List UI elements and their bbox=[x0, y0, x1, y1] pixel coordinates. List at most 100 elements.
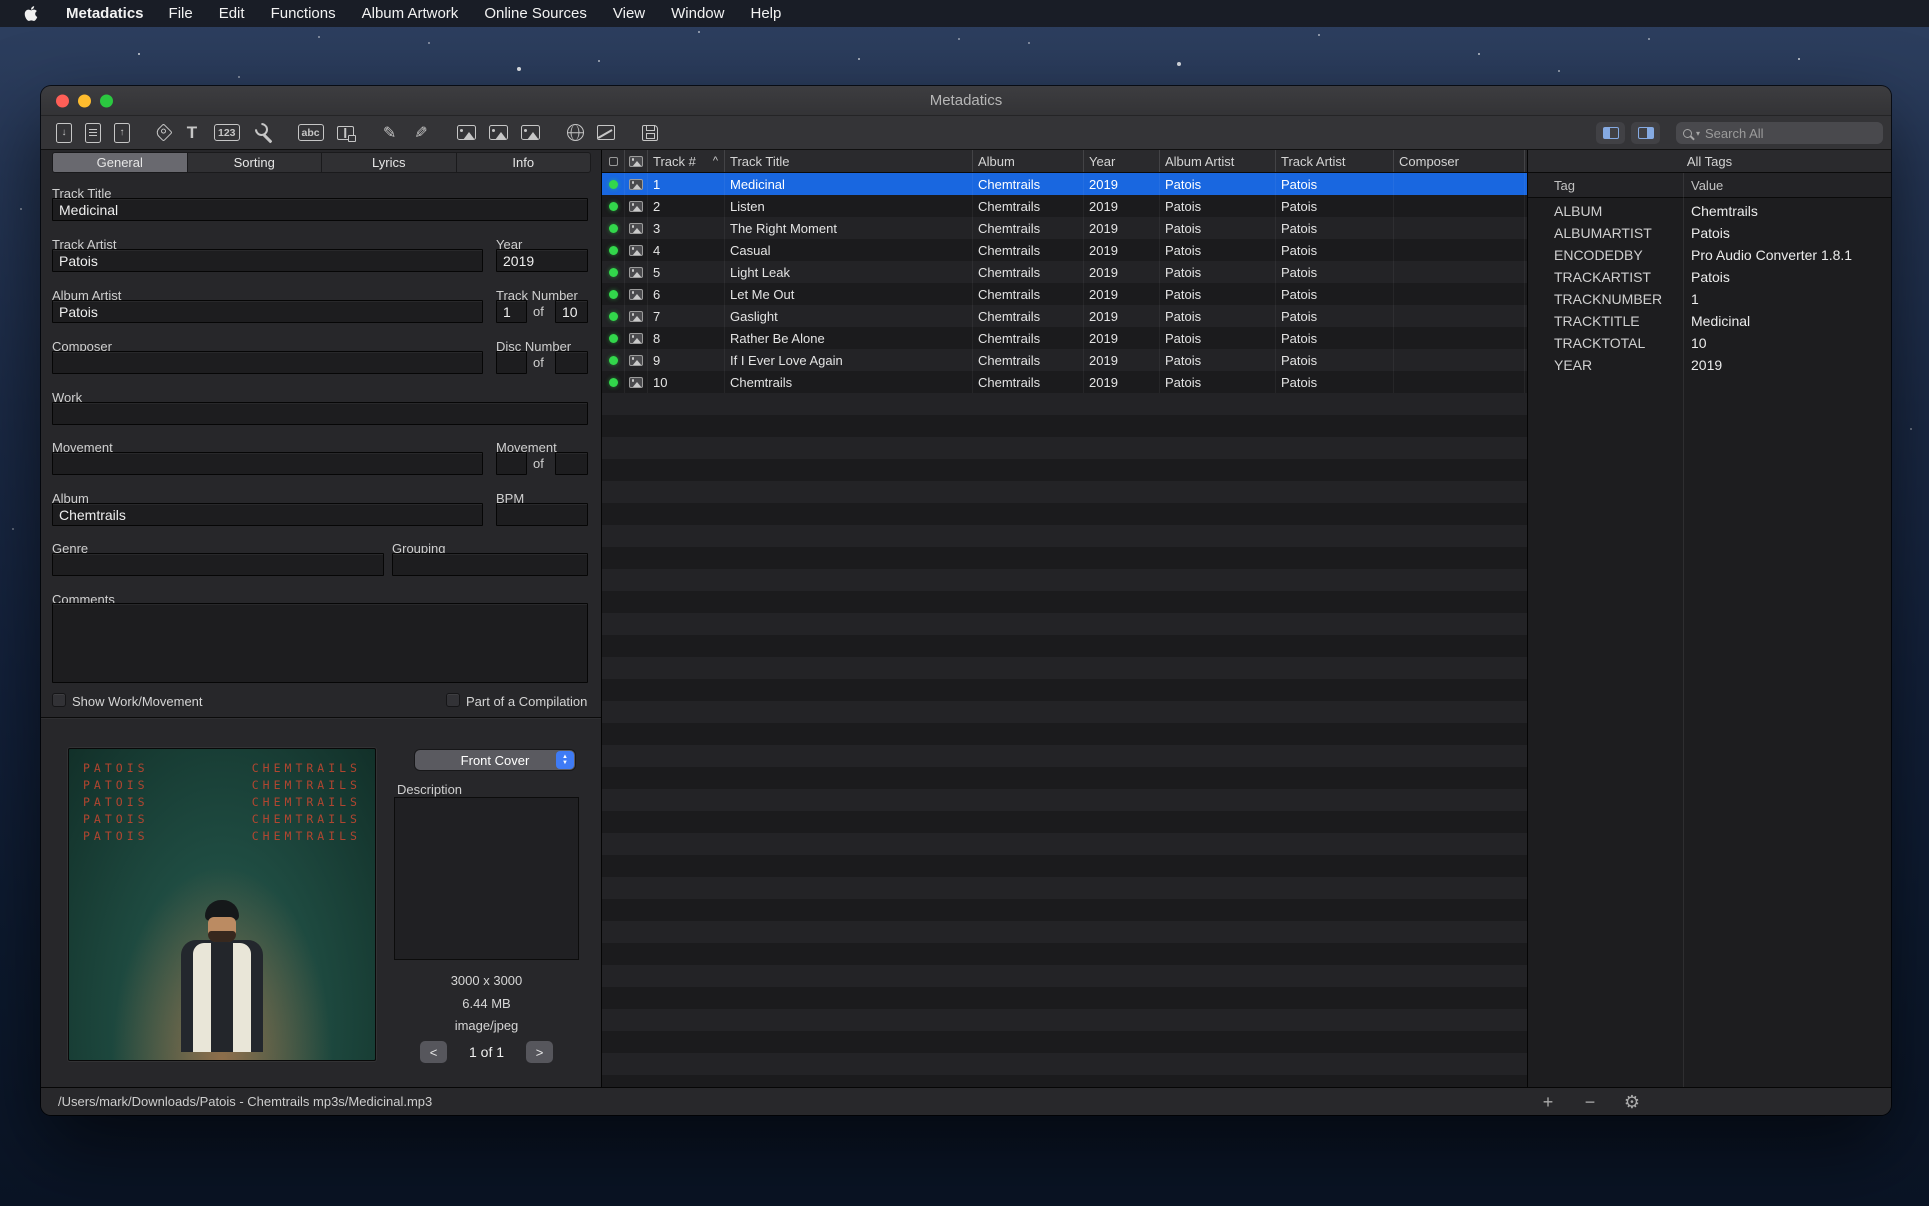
table-row[interactable]: 5 Light Leak Chemtrails 2019 Patois Patois bbox=[602, 261, 1527, 283]
table-row[interactable]: 10 Chemtrails Chemtrails 2019 Patois Patois bbox=[602, 371, 1527, 393]
tag-actions-gear-icon[interactable]: ⚙ bbox=[1617, 1088, 1647, 1115]
case-conversion-icon[interactable]: T bbox=[183, 121, 201, 145]
table-row[interactable]: 3 The Right Moment Chemtrails 2019 Patois Pat… bbox=[602, 217, 1527, 239]
menu-item-file[interactable]: File bbox=[156, 5, 206, 22]
artwork-export-icon[interactable] bbox=[520, 125, 540, 140]
artwork-mime-type: image/jpeg bbox=[454, 1018, 519, 1033]
menu-item-edit[interactable]: Edit bbox=[206, 5, 258, 22]
add-tag-button[interactable]: + bbox=[1533, 1088, 1563, 1115]
value-column-header[interactable]: Value bbox=[1683, 178, 1723, 193]
compilation-checkbox[interactable] bbox=[446, 693, 460, 707]
tag-row[interactable]: TRACKARTIST Patois bbox=[1528, 266, 1891, 288]
tag-row[interactable]: TRACKTITLE Medicinal bbox=[1528, 310, 1891, 332]
tag-column-header[interactable]: Tag bbox=[1528, 178, 1683, 193]
tag-row[interactable]: ALBUMARTIST Patois bbox=[1528, 222, 1891, 244]
dictionary-lock-icon[interactable] bbox=[336, 125, 356, 142]
column-header-track-number[interactable]: Track # ^ bbox=[648, 150, 725, 172]
track-numbering-icon[interactable]: 123 bbox=[214, 124, 240, 141]
apple-menu-icon[interactable] bbox=[24, 5, 40, 22]
album-input[interactable] bbox=[52, 503, 483, 526]
tag-row[interactable]: ENCODEDBY Pro Audio Converter 1.8.1 bbox=[1528, 244, 1891, 266]
table-row[interactable]: 4 Casual Chemtrails 2019 Patois Patois bbox=[602, 239, 1527, 261]
movement-number-input[interactable] bbox=[496, 452, 527, 475]
cover-type-select[interactable]: Front Cover ▲ ▼ bbox=[415, 750, 575, 770]
column-header-album-artist[interactable]: Album Artist bbox=[1160, 150, 1276, 172]
track-total-input[interactable] bbox=[555, 300, 588, 323]
zoom-button[interactable] bbox=[100, 94, 113, 107]
window-titlebar[interactable]: Metadatics bbox=[41, 86, 1891, 116]
album-artist-cell: Patois bbox=[1160, 173, 1276, 195]
work-input[interactable] bbox=[52, 402, 588, 425]
table-row[interactable]: 9 If I Ever Love Again Chemtrails 2019 Patoi… bbox=[602, 349, 1527, 371]
column-header-year[interactable]: Year bbox=[1084, 150, 1160, 172]
search-field[interactable]: ▾ bbox=[1676, 122, 1883, 144]
track-artist-input[interactable] bbox=[52, 249, 483, 272]
disc-total-input[interactable] bbox=[555, 351, 588, 374]
track-number-input[interactable] bbox=[496, 300, 527, 323]
close-button[interactable] bbox=[56, 94, 69, 107]
table-row[interactable]: 2 Listen Chemtrails 2019 Patois Patois bbox=[602, 195, 1527, 217]
minimize-button[interactable] bbox=[78, 94, 91, 107]
search-scope-chevron-icon[interactable]: ▾ bbox=[1696, 129, 1700, 138]
tags-from-filename-icon[interactable]: ✎ bbox=[381, 121, 399, 145]
open-files-icon[interactable]: ↓ bbox=[56, 122, 72, 143]
utilities-wrench-icon[interactable] bbox=[253, 121, 271, 145]
tag-row[interactable]: TRACKNUMBER 1 bbox=[1528, 288, 1891, 310]
album-cover[interactable]: PATOIS CHEMTRAILS PATOIS CHEMTRAILS PATOIS CH… bbox=[68, 748, 376, 1061]
menu-item-help[interactable]: Help bbox=[737, 5, 794, 22]
artwork-column-header[interactable] bbox=[625, 150, 648, 172]
menu-item-view[interactable]: View bbox=[600, 5, 658, 22]
menu-item-album-artwork[interactable]: Album Artwork bbox=[349, 5, 472, 22]
comments-input[interactable] bbox=[52, 603, 588, 683]
picture-icon bbox=[629, 354, 643, 366]
toggle-left-panel-button[interactable] bbox=[1596, 122, 1625, 144]
menu-item-window[interactable]: Window bbox=[658, 5, 737, 22]
tag-row[interactable]: YEAR 2019 bbox=[1528, 354, 1891, 376]
filename-from-tags-icon[interactable]: ✎ bbox=[412, 121, 430, 145]
tab-general[interactable]: General bbox=[53, 153, 188, 172]
tag-row[interactable]: ALBUM Chemtrails bbox=[1528, 200, 1891, 222]
tab-lyrics[interactable]: Lyrics bbox=[322, 153, 457, 172]
export-file-icon[interactable]: ↑ bbox=[114, 122, 130, 143]
table-row[interactable]: 1 Medicinal Chemtrails 2019 Patois Patois bbox=[602, 173, 1527, 195]
composer-input[interactable] bbox=[52, 351, 483, 374]
table-row[interactable]: 8 Rather Be Alone Chemtrails 2019 Patois Pato… bbox=[602, 327, 1527, 349]
movement-total-input[interactable] bbox=[555, 452, 588, 475]
show-work-movement-checkbox[interactable] bbox=[52, 693, 66, 707]
menu-item-online-sources[interactable]: Online Sources bbox=[471, 5, 600, 22]
status-column-header[interactable] bbox=[602, 150, 625, 172]
table-row[interactable]: 7 Gaslight Chemtrails 2019 Patois Patois bbox=[602, 305, 1527, 327]
grouping-input[interactable] bbox=[392, 553, 588, 576]
bpm-input[interactable] bbox=[496, 503, 588, 526]
genre-input[interactable] bbox=[52, 553, 384, 576]
search-input[interactable] bbox=[1705, 125, 1876, 141]
tag-row[interactable]: TRACKTOTAL 10 bbox=[1528, 332, 1891, 354]
column-header-composer[interactable]: Composer bbox=[1394, 150, 1525, 172]
column-header-album[interactable]: Album bbox=[973, 150, 1084, 172]
remove-tag-button[interactable]: − bbox=[1575, 1088, 1605, 1115]
toggle-right-panel-button[interactable] bbox=[1631, 122, 1660, 144]
artwork-view-icon[interactable] bbox=[488, 125, 508, 140]
description-box[interactable] bbox=[394, 797, 579, 960]
status-dot-icon bbox=[608, 333, 618, 343]
online-sources-globe-icon[interactable] bbox=[566, 124, 584, 141]
movement-input[interactable] bbox=[52, 452, 483, 475]
menu-app-name[interactable]: Metadatics bbox=[54, 5, 156, 22]
save-icon[interactable] bbox=[641, 124, 658, 141]
column-header-track-title[interactable]: Track Title bbox=[725, 150, 973, 172]
album-artist-input[interactable] bbox=[52, 300, 483, 323]
tab-sorting[interactable]: Sorting bbox=[188, 153, 322, 172]
artwork-add-icon[interactable] bbox=[456, 125, 476, 140]
remove-tags-icon[interactable] bbox=[154, 123, 173, 142]
year-input[interactable] bbox=[496, 249, 588, 272]
audio-analysis-icon[interactable] bbox=[596, 125, 615, 140]
table-row[interactable]: 6 Let Me Out Chemtrails 2019 Patois Patois bbox=[602, 283, 1527, 305]
column-header-track-artist[interactable]: Track Artist bbox=[1276, 150, 1394, 172]
disc-number-input[interactable] bbox=[496, 351, 527, 374]
next-artwork-button[interactable]: > bbox=[526, 1041, 553, 1063]
menu-item-functions[interactable]: Functions bbox=[258, 5, 349, 22]
track-title-input[interactable] bbox=[52, 198, 588, 221]
open-folder-icon[interactable] bbox=[85, 122, 101, 143]
spellcheck-icon[interactable]: abc bbox=[297, 124, 324, 141]
tab-info[interactable]: Info bbox=[457, 153, 591, 172]
